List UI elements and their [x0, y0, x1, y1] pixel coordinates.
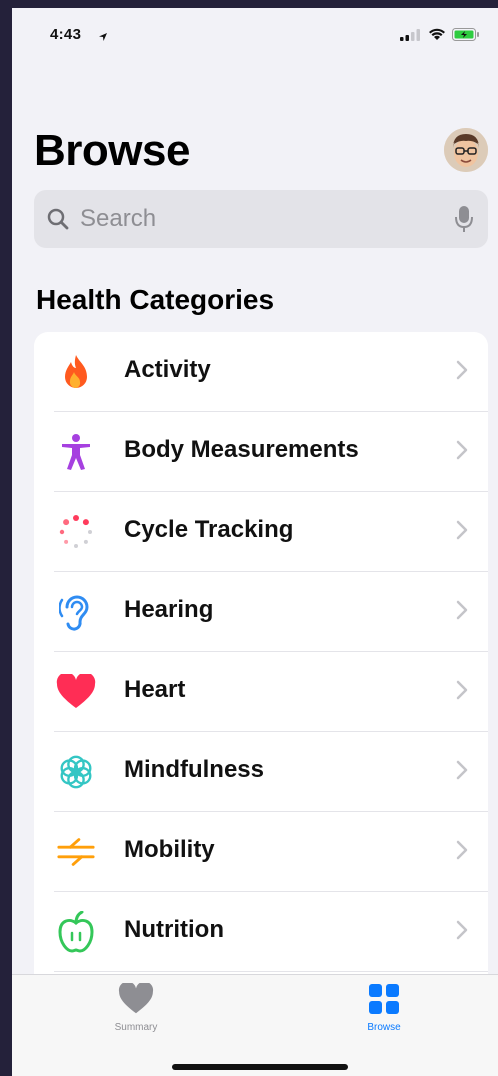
chevron-right-icon: [456, 679, 468, 706]
chevron-right-icon: [456, 839, 468, 866]
category-row-hearing[interactable]: Hearing: [34, 572, 488, 652]
figure-icon: [56, 432, 96, 472]
grid-icon: [367, 984, 401, 1019]
category-label: Cycle Tracking: [124, 516, 294, 543]
tab-summary-label: Summary: [114, 1022, 158, 1033]
tab-bar: Summary Browse: [12, 974, 498, 1076]
microphone-icon[interactable]: [454, 204, 474, 239]
category-row-nutrition[interactable]: Nutrition: [34, 892, 488, 972]
category-row-cycle-tracking[interactable]: Cycle Tracking: [34, 492, 488, 572]
avatar[interactable]: [444, 128, 488, 172]
phone-screen: 4:43 Browse Search Health Categories Act…: [12, 8, 498, 1076]
chevron-right-icon: [456, 599, 468, 626]
category-label: Activity: [124, 356, 211, 383]
category-label: Mobility: [124, 836, 215, 863]
chevron-right-icon: [456, 519, 468, 546]
tab-browse-label: Browse: [367, 1022, 401, 1033]
flower-icon: [56, 752, 96, 792]
ear-icon: [56, 592, 96, 632]
category-label: Mindfulness: [124, 756, 265, 783]
category-row-heart[interactable]: Heart: [34, 652, 488, 732]
row-divider: [54, 971, 488, 972]
category-label: Heart: [124, 676, 186, 703]
chevron-right-icon: [456, 919, 468, 946]
tab-browse[interactable]: Browse: [324, 983, 444, 1033]
chevron-right-icon: [456, 759, 468, 786]
home-indicator[interactable]: [172, 1064, 348, 1070]
search-input[interactable]: [80, 190, 440, 248]
page-title: Browse: [34, 126, 190, 175]
arrows-icon: [56, 832, 96, 872]
apple-icon: [56, 911, 96, 953]
category-label: Hearing: [124, 596, 214, 623]
category-row-activity[interactable]: Activity: [34, 332, 488, 412]
battery-icon: [452, 28, 480, 46]
search-bar[interactable]: [34, 190, 488, 248]
search-icon: [46, 207, 70, 236]
category-row-mobility[interactable]: Mobility: [34, 812, 488, 892]
chevron-right-icon: [456, 359, 468, 386]
signal-icon: [400, 28, 422, 46]
location-arrow-icon: [98, 29, 108, 47]
category-row-mindfulness[interactable]: Mindfulness: [34, 732, 488, 812]
heart-icon: [56, 672, 96, 712]
status-icons: [400, 28, 480, 46]
heart-tab-icon: [118, 981, 154, 1019]
status-bar: 4:43: [12, 8, 498, 62]
wifi-icon: [428, 28, 446, 46]
section-title: Health Categories: [36, 284, 275, 315]
category-label: Body Measurements: [124, 436, 359, 463]
health-categories-list: Activity Body Measurements Cycle Trackin…: [34, 332, 488, 992]
category-row-body-measurements[interactable]: Body Measurements: [34, 412, 488, 492]
status-time: 4:43: [50, 26, 82, 43]
flame-icon: [56, 352, 96, 392]
cycle-icon: [56, 512, 96, 552]
chevron-right-icon: [456, 439, 468, 466]
category-label: Nutrition: [124, 916, 224, 943]
tab-summary[interactable]: Summary: [76, 981, 196, 1033]
